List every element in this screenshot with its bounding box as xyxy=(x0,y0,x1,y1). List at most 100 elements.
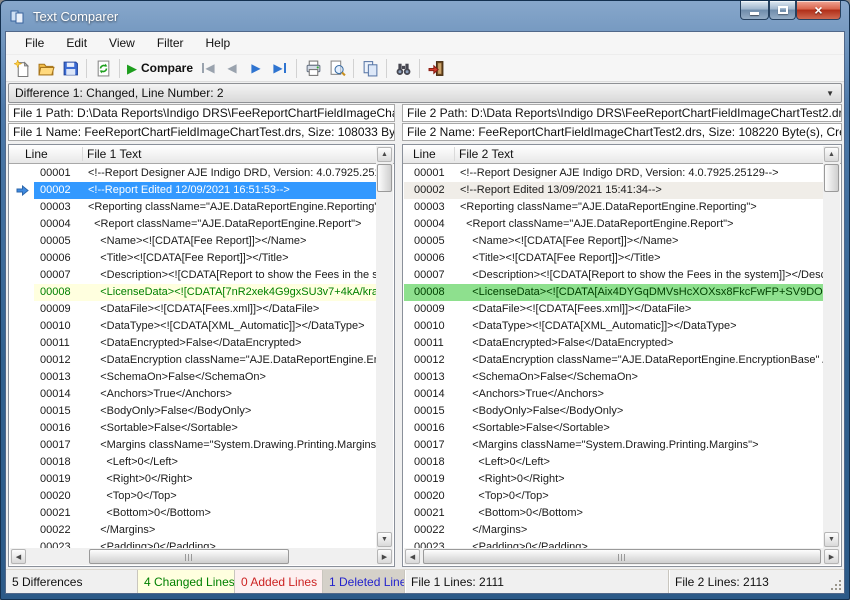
minimize-button[interactable] xyxy=(740,1,769,20)
diff-row[interactable]: 00022 </Margins> xyxy=(404,522,823,539)
diff-row[interactable]: 00009 <DataFile><![CDATA[Fees.xml]]></Da… xyxy=(10,301,376,318)
diff-row[interactable]: 00003<Reporting className="AJE.DataRepor… xyxy=(10,199,376,216)
scrollbar-thumb[interactable] xyxy=(423,549,821,564)
scrollbar-thumb[interactable] xyxy=(89,549,289,564)
menu-view[interactable]: View xyxy=(98,33,146,53)
diff-row[interactable]: 00007 <Description><![CDATA[Report to sh… xyxy=(404,267,823,284)
print-preview-button[interactable] xyxy=(325,57,349,80)
diff-row[interactable]: 00005 <Name><![CDATA[Fee Report]]></Name… xyxy=(404,233,823,250)
find-button[interactable] xyxy=(391,57,415,80)
new-file-button[interactable] xyxy=(10,57,34,80)
line-number: 00018 xyxy=(34,454,84,471)
diff-row[interactable]: 00003<Reporting className="AJE.DataRepor… xyxy=(404,199,823,216)
diff-row[interactable]: 00009 <DataFile><![CDATA[Fees.xml]]></Da… xyxy=(404,301,823,318)
menu-help[interactable]: Help xyxy=(195,33,242,53)
diff-row[interactable]: 00008 <LicenseData><![CDATA[7nR2xek4G9gx… xyxy=(10,284,376,301)
diff-row[interactable]: 00020 <Top>0</Top> xyxy=(404,488,823,505)
scroll-right-icon[interactable]: ▶ xyxy=(377,549,392,564)
line-column-header[interactable]: Line xyxy=(403,147,455,161)
line-number: 00006 xyxy=(404,250,456,267)
diff-row[interactable]: 00015 <BodyOnly>False</BodyOnly> xyxy=(404,403,823,420)
diff-row[interactable]: 00006 <Title><![CDATA[Fee Report]]></Tit… xyxy=(404,250,823,267)
file2-grid-header: Line File 2 Text xyxy=(403,145,841,164)
diff-row[interactable]: 00015 <BodyOnly>False</BodyOnly> xyxy=(10,403,376,420)
scrollbar-thumb[interactable] xyxy=(377,164,392,192)
scroll-left-icon[interactable]: ◀ xyxy=(405,549,420,564)
difference-selector[interactable]: Difference 1: Changed, Line Number: 2 ▼ xyxy=(8,83,842,103)
row-marker-cell-empty xyxy=(10,403,34,420)
diff-row[interactable]: 00013 <SchemaOn>False</SchemaOn> xyxy=(404,369,823,386)
diff-row[interactable]: 00008 <LicenseData><![CDATA[Aix4DYGqDMVs… xyxy=(404,284,823,301)
diff-row[interactable]: 00002<!--Report Edited 13/09/2021 15:41:… xyxy=(404,182,823,199)
menu-edit[interactable]: Edit xyxy=(55,33,98,53)
diff-row[interactable]: 00002<!--Report Edited 12/09/2021 16:51:… xyxy=(10,182,376,199)
scroll-down-icon[interactable]: ▼ xyxy=(377,532,392,547)
maximize-button[interactable] xyxy=(769,1,796,20)
diff-row[interactable]: 00013 <SchemaOn>False</SchemaOn> xyxy=(10,369,376,386)
scroll-right-icon[interactable]: ▶ xyxy=(824,549,839,564)
open-file-button[interactable] xyxy=(34,57,58,80)
diff-row[interactable]: 00010 <DataType><![CDATA[XML_Automatic]]… xyxy=(10,318,376,335)
diff-row[interactable]: 00004 <Report className="AJE.DataReportE… xyxy=(10,216,376,233)
file2-text-column-header[interactable]: File 2 Text xyxy=(455,147,841,161)
refresh-button[interactable] xyxy=(91,57,115,80)
diff-row[interactable]: 00017 <Margins className="System.Drawing… xyxy=(404,437,823,454)
diff-row[interactable]: 00010 <DataType><![CDATA[XML_Automatic]]… xyxy=(404,318,823,335)
diff-row[interactable]: 00019 <Right>0</Right> xyxy=(404,471,823,488)
previous-difference-button[interactable]: ◀ xyxy=(220,57,244,80)
diff-row[interactable]: 00004 <Report className="AJE.DataReportE… xyxy=(404,216,823,233)
diff-row[interactable]: 00006 <Title><![CDATA[Fee Report]]></Tit… xyxy=(10,250,376,267)
diff-row[interactable]: 00021 <Bottom>0</Bottom> xyxy=(10,505,376,522)
scroll-up-icon[interactable]: ▲ xyxy=(824,147,839,162)
file2-vertical-scrollbar[interactable]: ▲ ▼ xyxy=(823,146,840,548)
scrollbar-track[interactable] xyxy=(27,548,376,565)
file1-horizontal-scrollbar[interactable]: ◀ ▶ xyxy=(10,548,393,565)
line-number: 00002 xyxy=(404,182,456,199)
diff-row[interactable]: 00020 <Top>0</Top> xyxy=(10,488,376,505)
last-difference-button[interactable]: ▶ xyxy=(268,57,292,80)
line-number: 00001 xyxy=(34,165,84,182)
diff-row[interactable]: 00005 <Name><![CDATA[Fee Report]]></Name… xyxy=(10,233,376,250)
file1-vertical-scrollbar[interactable]: ▲ ▼ xyxy=(376,146,393,548)
file1-text-column-header[interactable]: File 1 Text xyxy=(83,147,394,161)
diff-row[interactable]: 00014 <Anchors>True</Anchors> xyxy=(10,386,376,403)
diff-row[interactable]: 00007 <Description><![CDATA[Report to sh… xyxy=(10,267,376,284)
first-difference-button[interactable]: ◀ xyxy=(196,57,220,80)
scrollbar-track[interactable] xyxy=(421,548,823,565)
diff-row[interactable]: 00023 <Padding>0</Padding> xyxy=(10,539,376,548)
copy-button[interactable] xyxy=(358,57,382,80)
scroll-up-icon[interactable]: ▲ xyxy=(377,147,392,162)
diff-row[interactable]: 00022 </Margins> xyxy=(10,522,376,539)
file2-horizontal-scrollbar[interactable]: ◀ ▶ xyxy=(404,548,840,565)
diff-row[interactable]: 00012 <DataEncryption className="AJE.Dat… xyxy=(10,352,376,369)
menu-filter[interactable]: Filter xyxy=(146,33,195,53)
scroll-left-icon[interactable]: ◀ xyxy=(11,549,26,564)
scrollbar-thumb[interactable] xyxy=(824,164,839,192)
save-file-button[interactable] xyxy=(58,57,82,80)
diff-row[interactable]: 00016 <Sortable>False</Sortable> xyxy=(404,420,823,437)
scroll-down-icon[interactable]: ▼ xyxy=(824,532,839,547)
print-button[interactable] xyxy=(301,57,325,80)
diff-row[interactable]: 00017 <Margins className="System.Drawing… xyxy=(10,437,376,454)
diff-row[interactable]: 00001<!--Report Designer AJE Indigo DRD,… xyxy=(404,165,823,182)
diff-row[interactable]: 00019 <Right>0</Right> xyxy=(10,471,376,488)
open-file-icon xyxy=(38,60,55,77)
diff-row[interactable]: 00001<!--Report Designer AJE Indigo DRD,… xyxy=(10,165,376,182)
diff-row[interactable]: 00023 <Padding>0</Padding> xyxy=(404,539,823,548)
line-number: 00008 xyxy=(404,284,456,301)
diff-row[interactable]: 00011 <DataEncrypted>False</DataEncrypte… xyxy=(404,335,823,352)
diff-row[interactable]: 00012 <DataEncryption className="AJE.Dat… xyxy=(404,352,823,369)
diff-row[interactable]: 00018 <Left>0</Left> xyxy=(10,454,376,471)
diff-row[interactable]: 00018 <Left>0</Left> xyxy=(404,454,823,471)
next-difference-button[interactable]: ▶ xyxy=(244,57,268,80)
exit-button[interactable] xyxy=(424,57,448,80)
diff-row[interactable]: 00021 <Bottom>0</Bottom> xyxy=(404,505,823,522)
menu-file[interactable]: File xyxy=(14,33,55,53)
resize-grip[interactable] xyxy=(830,579,842,591)
line-column-header[interactable]: Line xyxy=(9,147,83,161)
compare-button[interactable]: ▶ Compare xyxy=(124,57,196,80)
diff-row[interactable]: 00011 <DataEncrypted>False</DataEncrypte… xyxy=(10,335,376,352)
diff-row[interactable]: 00016 <Sortable>False</Sortable> xyxy=(10,420,376,437)
diff-row[interactable]: 00014 <Anchors>True</Anchors> xyxy=(404,386,823,403)
close-button[interactable]: × xyxy=(796,1,841,20)
